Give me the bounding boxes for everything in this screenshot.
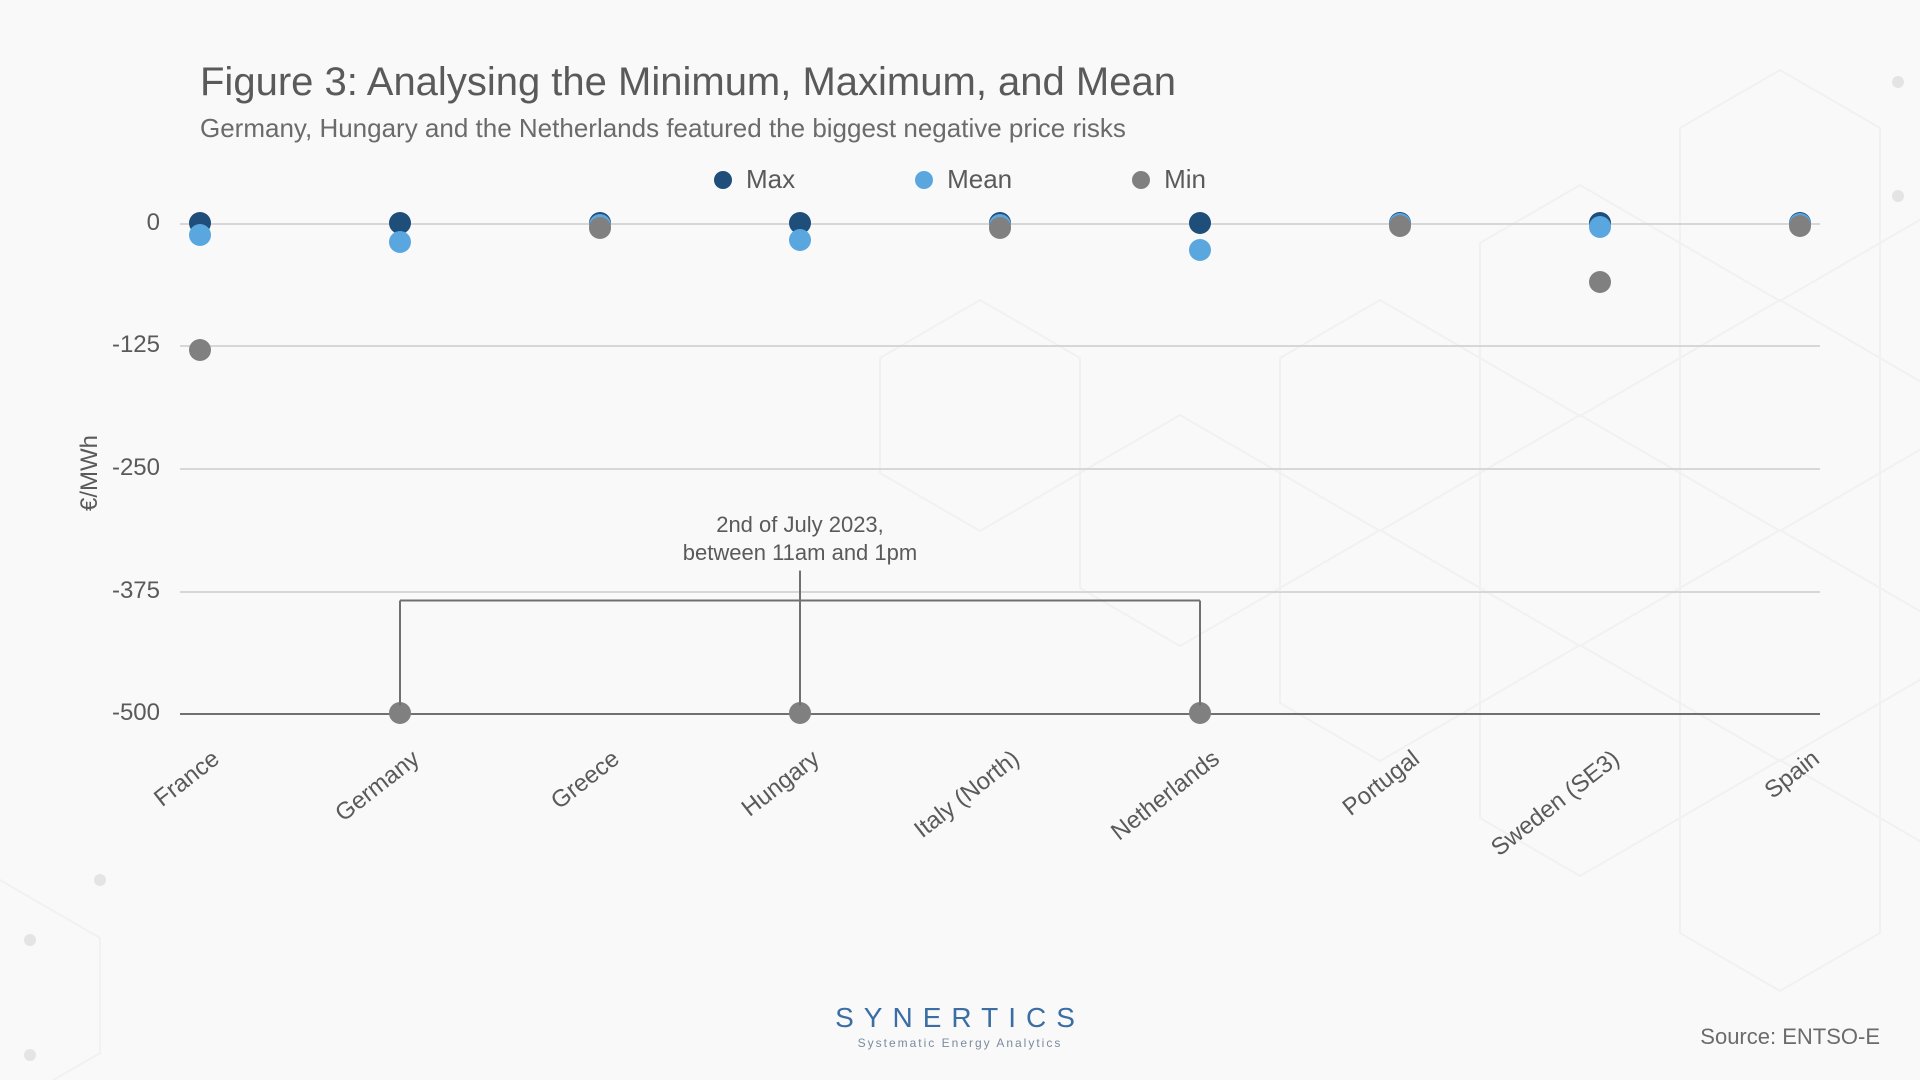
legend-dot-max [714,171,732,189]
x-tick-label: Greece [450,745,625,890]
y-tick-label: -125 [112,331,160,359]
legend-item-min: Min [1132,164,1206,195]
y-tick-label: 0 [147,209,160,237]
data-point-min [989,217,1011,239]
data-point-min [1789,215,1811,237]
data-point-min [1189,702,1211,724]
data-point-min [789,702,811,724]
annotation-line1: 2nd of July 2023, [683,511,917,540]
x-tick-label: Spain [1650,745,1825,890]
data-point-mean [789,229,811,251]
chart-title: Figure 3: Analysing the Minimum, Maximum… [200,60,1860,105]
brand-tagline: Systematic Energy Analytics [835,1036,1085,1050]
gridline [180,591,1820,593]
x-tick-label: Sweden (SE3) [1450,745,1625,890]
source-text: Source: ENTSO-E [1700,1024,1880,1050]
legend-dot-min [1132,171,1150,189]
data-point-mean [189,224,211,246]
legend-label-min: Min [1164,164,1206,195]
data-point-mean [1589,216,1611,238]
y-axis-label: €/MWh [76,435,104,511]
legend-item-max: Max [714,164,795,195]
x-tick-label: Italy (North) [850,745,1025,890]
x-tick-label: Hungary [650,745,825,890]
y-tick-label: -250 [112,454,160,482]
x-tick-label: Germany [250,745,425,890]
data-point-mean [1189,239,1211,261]
data-point-min [1389,215,1411,237]
plot-area: €/MWh 0-125-250-375-500FranceGermanyGree… [180,213,1820,733]
chart-subtitle: Germany, Hungary and the Netherlands fea… [200,113,1860,144]
annotation-connector [180,213,1820,733]
data-point-min [1589,271,1611,293]
annotation-text: 2nd of July 2023,between 11am and 1pm [683,511,917,568]
brand-name: SYNERTICS [835,1002,1085,1033]
data-point-max [1189,212,1211,234]
y-tick-label: -375 [112,577,160,605]
legend-label-mean: Mean [947,164,1012,195]
gridline [180,713,1820,715]
brand-logo: SYNERTICS Systematic Energy Analytics [835,1002,1085,1050]
legend: Max Mean Min [60,164,1860,195]
data-point-min [389,702,411,724]
gridline [180,468,1820,470]
x-tick-label: France [50,745,225,890]
data-point-mean [389,231,411,253]
gridline [180,345,1820,347]
data-point-min [189,339,211,361]
legend-dot-mean [915,171,933,189]
x-tick-label: Portugal [1250,745,1425,890]
annotation-line2: between 11am and 1pm [683,539,917,568]
data-point-min [589,217,611,239]
legend-label-max: Max [746,164,795,195]
legend-item-mean: Mean [915,164,1012,195]
x-tick-label: Netherlands [1050,745,1225,890]
y-tick-label: -500 [112,699,160,727]
